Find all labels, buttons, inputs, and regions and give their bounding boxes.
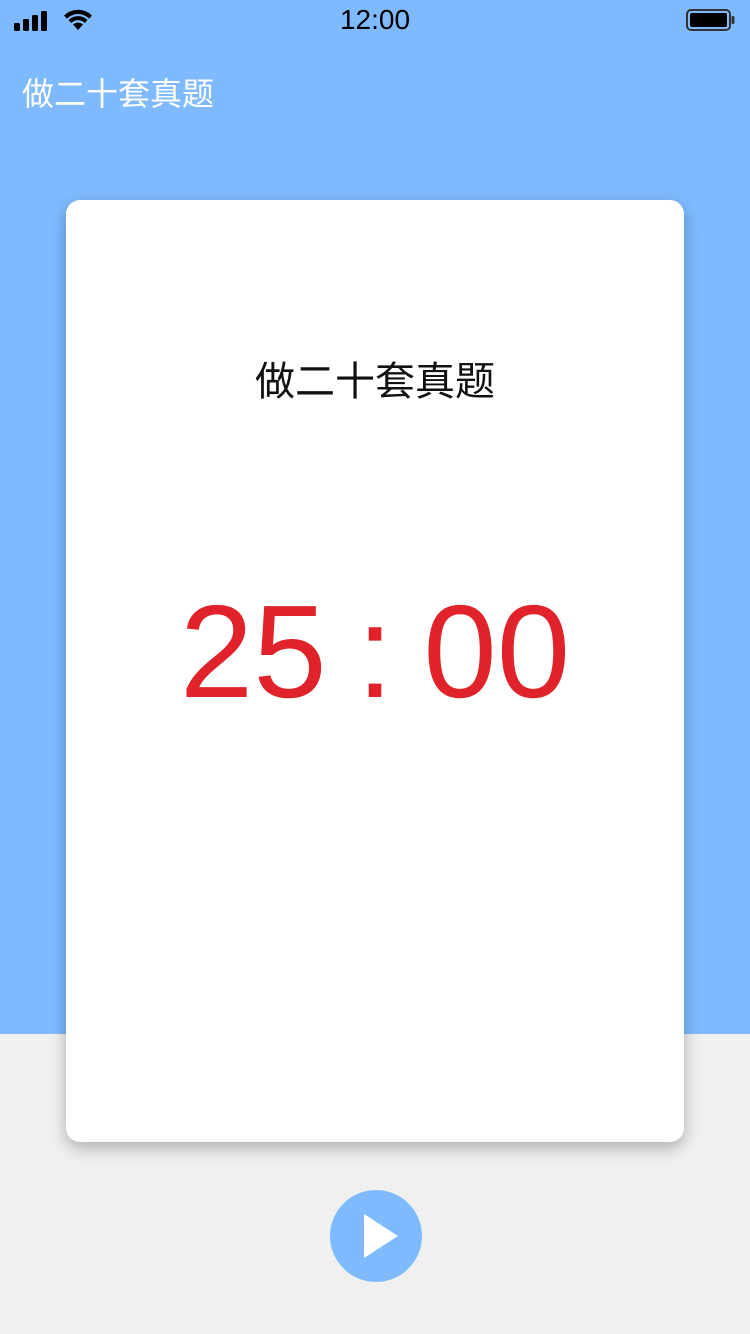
timer-seconds: 00 <box>423 578 571 725</box>
timer-minutes: 25 <box>179 578 327 725</box>
status-time: 12:00 <box>339 4 411 35</box>
timer-separator: : <box>356 578 394 725</box>
page-title: 做二十套真题 <box>22 75 215 113</box>
status-bar: 12:00 <box>0 0 750 40</box>
battery-icon <box>686 9 735 31</box>
task-name: 做二十套真题 <box>255 359 495 405</box>
task-card: 做二十套真题 25:00 <box>66 200 684 1142</box>
countdown-timer: 25:00 <box>66 582 684 722</box>
play-button[interactable] <box>330 1190 422 1282</box>
play-icon <box>364 1214 398 1258</box>
